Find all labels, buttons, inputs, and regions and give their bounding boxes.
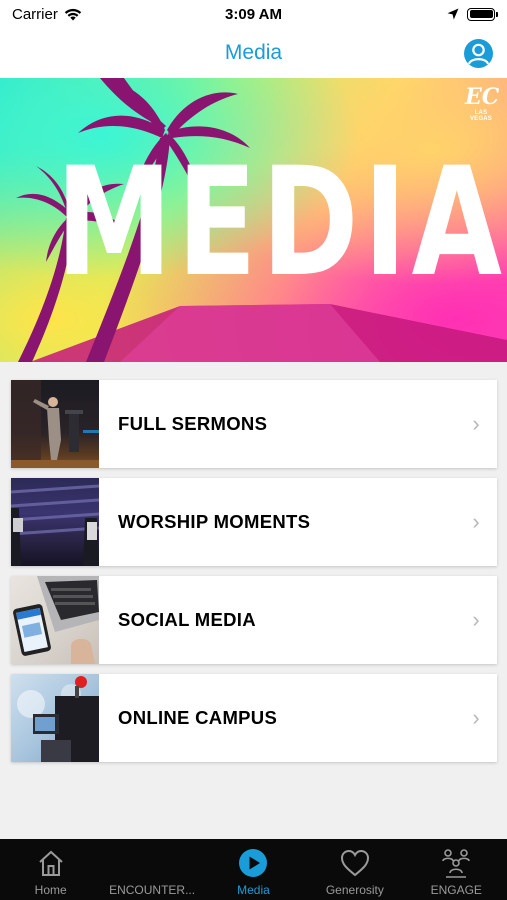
status-bar: Carrier 3:09 AM bbox=[0, 0, 507, 28]
page-title: Media bbox=[224, 41, 283, 64]
menu-item-online-campus[interactable]: ONLINE CAMPUS › bbox=[11, 674, 497, 762]
status-right bbox=[447, 7, 498, 21]
navigation-bar: Media bbox=[0, 28, 507, 78]
chevron-right-icon: › bbox=[472, 509, 480, 534]
person-circle-icon bbox=[467, 43, 490, 65]
tab-label: Generosity bbox=[325, 883, 384, 897]
hero-banner: MEDIA EC LAS VEGAS bbox=[0, 78, 507, 362]
heart-icon bbox=[340, 849, 369, 877]
tab-generosity[interactable]: Generosity bbox=[304, 839, 405, 897]
play-circle-icon bbox=[239, 849, 268, 877]
house-icon bbox=[39, 850, 63, 876]
tab-label: ENGAGE bbox=[430, 883, 482, 897]
chevron-right-icon: › bbox=[472, 607, 480, 632]
hero-title: MEDIA bbox=[55, 136, 507, 310]
menu-item-label: WORSHIP MOMENTS bbox=[118, 511, 311, 532]
tab-home[interactable]: Home bbox=[0, 839, 101, 897]
menu-item-full-sermons[interactable]: FULL SERMONS › bbox=[11, 380, 497, 468]
battery-icon bbox=[467, 7, 498, 21]
menu-item-label: ONLINE CAMPUS bbox=[118, 707, 278, 728]
full-sermons-thumbnail bbox=[11, 380, 99, 468]
status-left: Carrier bbox=[12, 6, 82, 23]
location-arrow-icon bbox=[447, 8, 459, 20]
tab-bar: Home ENCOUNTER... Media Generosity ENGAG… bbox=[0, 839, 507, 900]
menu-item-label: SOCIAL MEDIA bbox=[118, 609, 256, 630]
chevron-right-icon: › bbox=[472, 705, 480, 730]
logo-text: LAS VEGAS bbox=[469, 110, 492, 122]
group-icon bbox=[442, 849, 471, 878]
wifi-icon bbox=[64, 8, 82, 20]
logo-mark: EC bbox=[465, 84, 500, 110]
tab-encounter[interactable]: ENCOUNTER... bbox=[102, 839, 203, 897]
tab-media[interactable]: Media bbox=[203, 839, 304, 897]
worship-moments-thumbnail bbox=[11, 478, 99, 566]
worship-stage-icon bbox=[11, 484, 99, 566]
tab-label: Media bbox=[237, 883, 270, 897]
tab-label: ENCOUNTER... bbox=[109, 883, 196, 897]
menu-item-worship-moments[interactable]: WORSHIP MOMENTS › bbox=[11, 478, 497, 566]
tab-label: Home bbox=[34, 883, 67, 897]
camera-icon bbox=[17, 676, 99, 762]
menu-item-social-media[interactable]: SOCIAL MEDIA › bbox=[11, 576, 497, 664]
battery-level bbox=[469, 10, 493, 18]
profile-button[interactable] bbox=[464, 39, 493, 68]
tab-engage[interactable]: ENGAGE bbox=[406, 839, 507, 897]
online-campus-thumbnail bbox=[11, 674, 99, 762]
menu-item-label: FULL SERMONS bbox=[118, 413, 268, 434]
church-logo: EC LAS VEGAS bbox=[465, 84, 500, 126]
carrier-label: Carrier bbox=[12, 5, 58, 23]
preacher-icon bbox=[11, 380, 99, 468]
phone-laptop-icon bbox=[13, 576, 99, 664]
chevron-right-icon: › bbox=[472, 411, 480, 436]
social-media-thumbnail bbox=[11, 576, 99, 664]
